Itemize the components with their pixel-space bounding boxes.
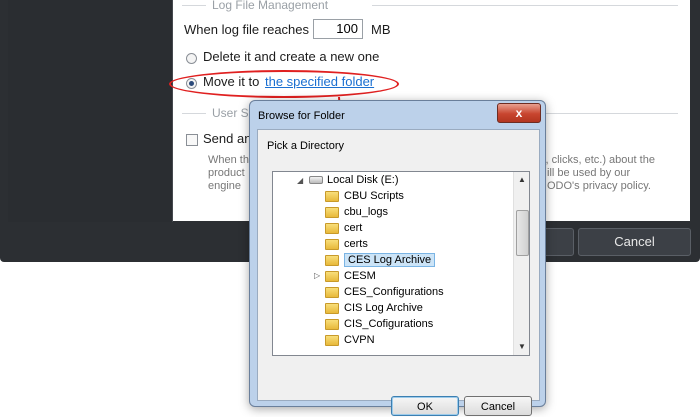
description-right-2: ill be used by our [547,167,631,179]
tree-item-label: CESM [344,270,376,282]
log-section-title: Log File Management [212,0,329,12]
send-data-label[interactable]: Send an [203,131,251,146]
description-left-2: product [208,167,245,179]
user-section-line-left [182,113,206,114]
collapse-arrow-icon[interactable]: ◢ [297,176,303,185]
tree-item-cbu-scripts[interactable]: CBU Scripts [325,188,404,204]
folder-icon [325,270,339,282]
dialog-close-button[interactable]: x [497,103,541,123]
log-size-unit: MB [371,22,391,37]
tree-scrollbar[interactable]: ▲ ▼ [513,172,529,355]
tree-item-cvpn[interactable]: CVPN [325,332,375,348]
drive-icon [309,176,323,185]
log-section-line-right [372,5,678,6]
tree-item-label: CES Log Archive [344,253,436,267]
scroll-down-arrow-icon[interactable]: ▼ [514,339,529,355]
delete-option-radio[interactable] [186,53,197,64]
log-section-line-left [182,5,206,6]
log-size-input[interactable]: 100 [313,19,363,39]
tree-item-ces-configurations[interactable]: CES_Configurations [325,284,444,300]
folder-icon [325,206,339,218]
tree-root-label: Local Disk (E:) [327,174,399,186]
user-section-title: User S [212,106,249,120]
dialog-ok-button[interactable]: OK [391,396,459,416]
folder-icon [325,190,339,202]
browse-folder-dialog: Browse for Folder x Pick a Directory ◢ L… [249,100,546,416]
tree-item-label: CBU Scripts [344,190,404,202]
when-log-label: When log file reaches [184,22,310,37]
tree-item-cert[interactable]: cert [325,220,362,236]
tree-item-label: CES_Configurations [344,286,444,298]
tree-item-label: cert [344,222,363,234]
dialog-body: Pick a Directory ◢ Local Disk (E:) CBU S… [257,129,540,416]
folder-icon [325,286,339,298]
tree-item-certs[interactable]: certs [325,236,368,252]
user-section-line-right [545,113,678,114]
tree-item-label: CIS Log Archive [344,302,423,314]
scroll-thumb[interactable] [516,210,529,256]
tree-item-cesm[interactable]: CESM [325,268,376,284]
folder-icon [325,222,339,234]
folder-icon [325,238,339,250]
dialog-prompt: Pick a Directory [267,140,345,152]
dialog-cancel-button[interactable]: Cancel [464,396,532,416]
tree-item-ces-log-archive[interactable]: CES Log Archive [325,252,436,268]
tree-item-label: cbu_logs [344,206,389,218]
tree-item-cis-cofigurations[interactable]: CIS_Cofigurations [325,316,433,332]
tree-item-label: CVPN [344,334,375,346]
tree-root-drive[interactable]: Local Disk (E:) [309,172,399,188]
folder-icon [325,254,339,266]
send-data-checkbox[interactable] [186,134,198,146]
expand-arrow-icon[interactable]: ▷ [314,271,320,280]
delete-option-label[interactable]: Delete it and create a new one [203,49,379,64]
description-left-3: engine [208,180,242,192]
description-right-3: ODO's privacy policy. [547,180,651,192]
cancel-button[interactable]: Cancel [578,228,691,256]
description-left-1: When th [208,154,249,166]
tree-item-cis-log-archive[interactable]: CIS Log Archive [325,300,423,316]
tree-item-label: certs [344,238,368,250]
folder-icon [325,334,339,346]
app-sidebar [8,0,173,222]
folder-tree[interactable]: ◢ Local Disk (E:) CBU Scripts cbu_logs c… [272,171,530,356]
scroll-up-arrow-icon[interactable]: ▲ [514,172,529,188]
folder-icon [325,318,339,330]
dialog-title: Browse for Folder [258,110,345,122]
description-right-1: s, clicks, etc.) about the [540,154,655,166]
folder-icon [325,302,339,314]
tree-item-cbu-logs[interactable]: cbu_logs [325,204,388,220]
annotation-oval [169,70,399,98]
tree-item-label: CIS_Cofigurations [344,318,434,330]
